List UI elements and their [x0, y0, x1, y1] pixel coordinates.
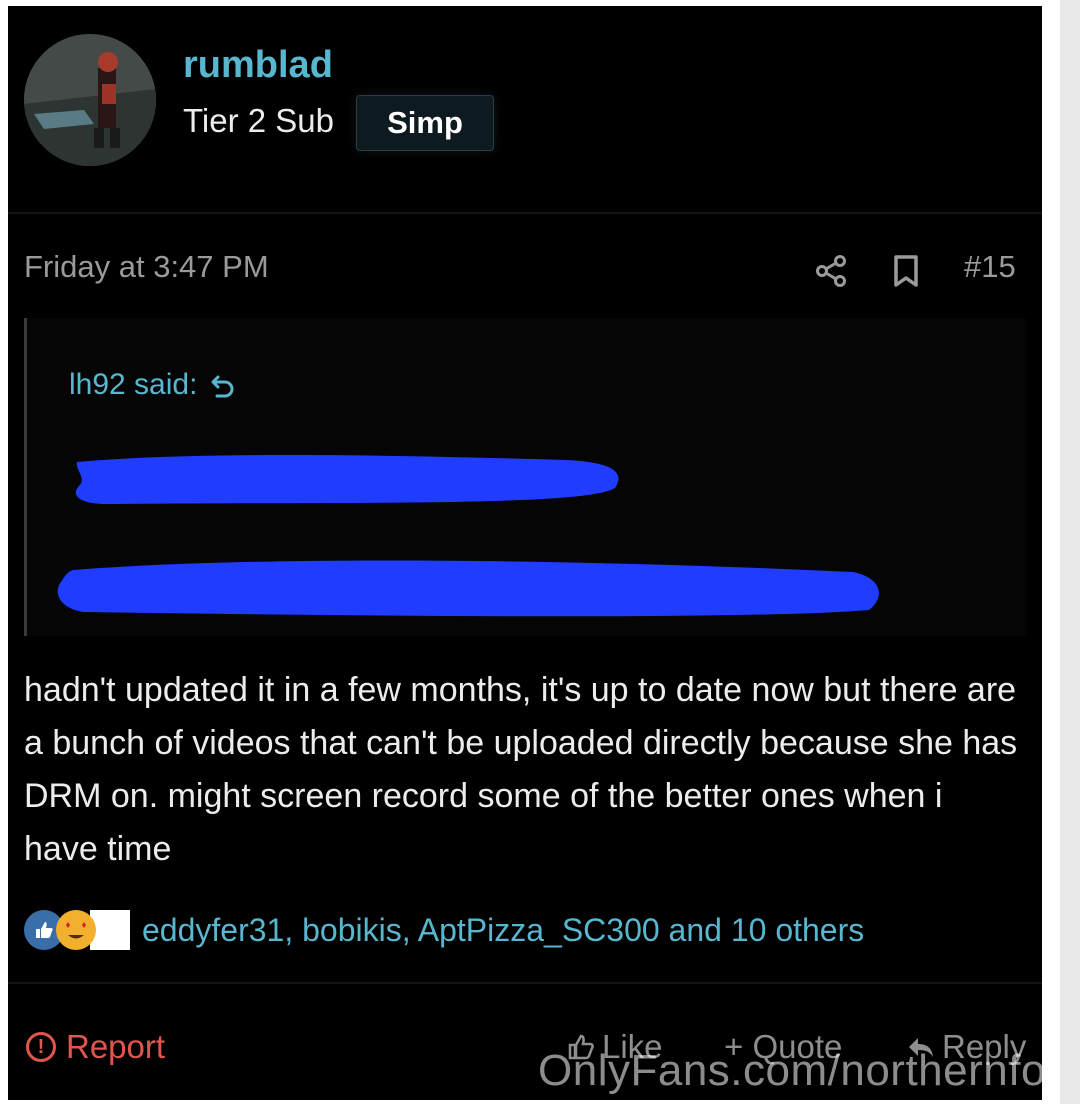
divider: [8, 212, 1042, 214]
reaction-users[interactable]: eddyfer31, bobikis, AptPizza_SC300 and 1…: [142, 912, 864, 949]
post-author[interactable]: rumblad: [183, 44, 333, 87]
quote-header[interactable]: lh92 said:: [69, 368, 237, 402]
redaction-mark: [75, 455, 619, 504]
post-timestamp[interactable]: Friday at 3:47 PM: [24, 249, 269, 285]
report-button[interactable]: ! Report: [26, 1028, 165, 1066]
post-number[interactable]: #15: [964, 249, 1016, 285]
quote-author[interactable]: lh92 said:: [69, 368, 197, 402]
share-icon[interactable]: [814, 254, 848, 288]
reactions-bar[interactable]: eddyfer31, bobikis, AptPizza_SC300 and 1…: [24, 902, 864, 958]
user-tier: Tier 2 Sub: [183, 102, 335, 139]
avatar[interactable]: [24, 34, 156, 166]
avatar-image-icon: [24, 34, 156, 166]
quote-button[interactable]: + Quote: [724, 1028, 842, 1066]
divider: [8, 982, 1042, 984]
alert-icon: !: [26, 1032, 56, 1062]
report-label: Report: [66, 1028, 166, 1065]
post-body: hadn't updated it in a few months, it's …: [24, 671, 1018, 868]
scrollbar-track: [1060, 0, 1080, 1104]
reply-button[interactable]: Reply: [906, 1028, 1026, 1066]
forum-post: rumblad Tier 2 Sub Simp Friday at 3:47 P…: [8, 6, 1042, 1100]
thumbs-up-icon: [568, 1034, 594, 1060]
bookmark-icon[interactable]: [892, 254, 920, 288]
reply-label: Reply: [942, 1028, 1027, 1065]
redaction-mark: [57, 560, 879, 617]
like-button[interactable]: Like: [566, 1028, 663, 1066]
jump-to-quote-icon[interactable]: [209, 371, 237, 399]
quote-label: + Quote: [724, 1028, 843, 1065]
quote-block: lh92 said:: [24, 318, 1026, 636]
user-badge: Simp: [356, 95, 494, 151]
reply-arrow-icon: [909, 1038, 933, 1057]
love-eyes-reaction-icon: [56, 910, 96, 950]
like-label: Like: [602, 1028, 663, 1065]
reaction-icon: [90, 910, 130, 950]
